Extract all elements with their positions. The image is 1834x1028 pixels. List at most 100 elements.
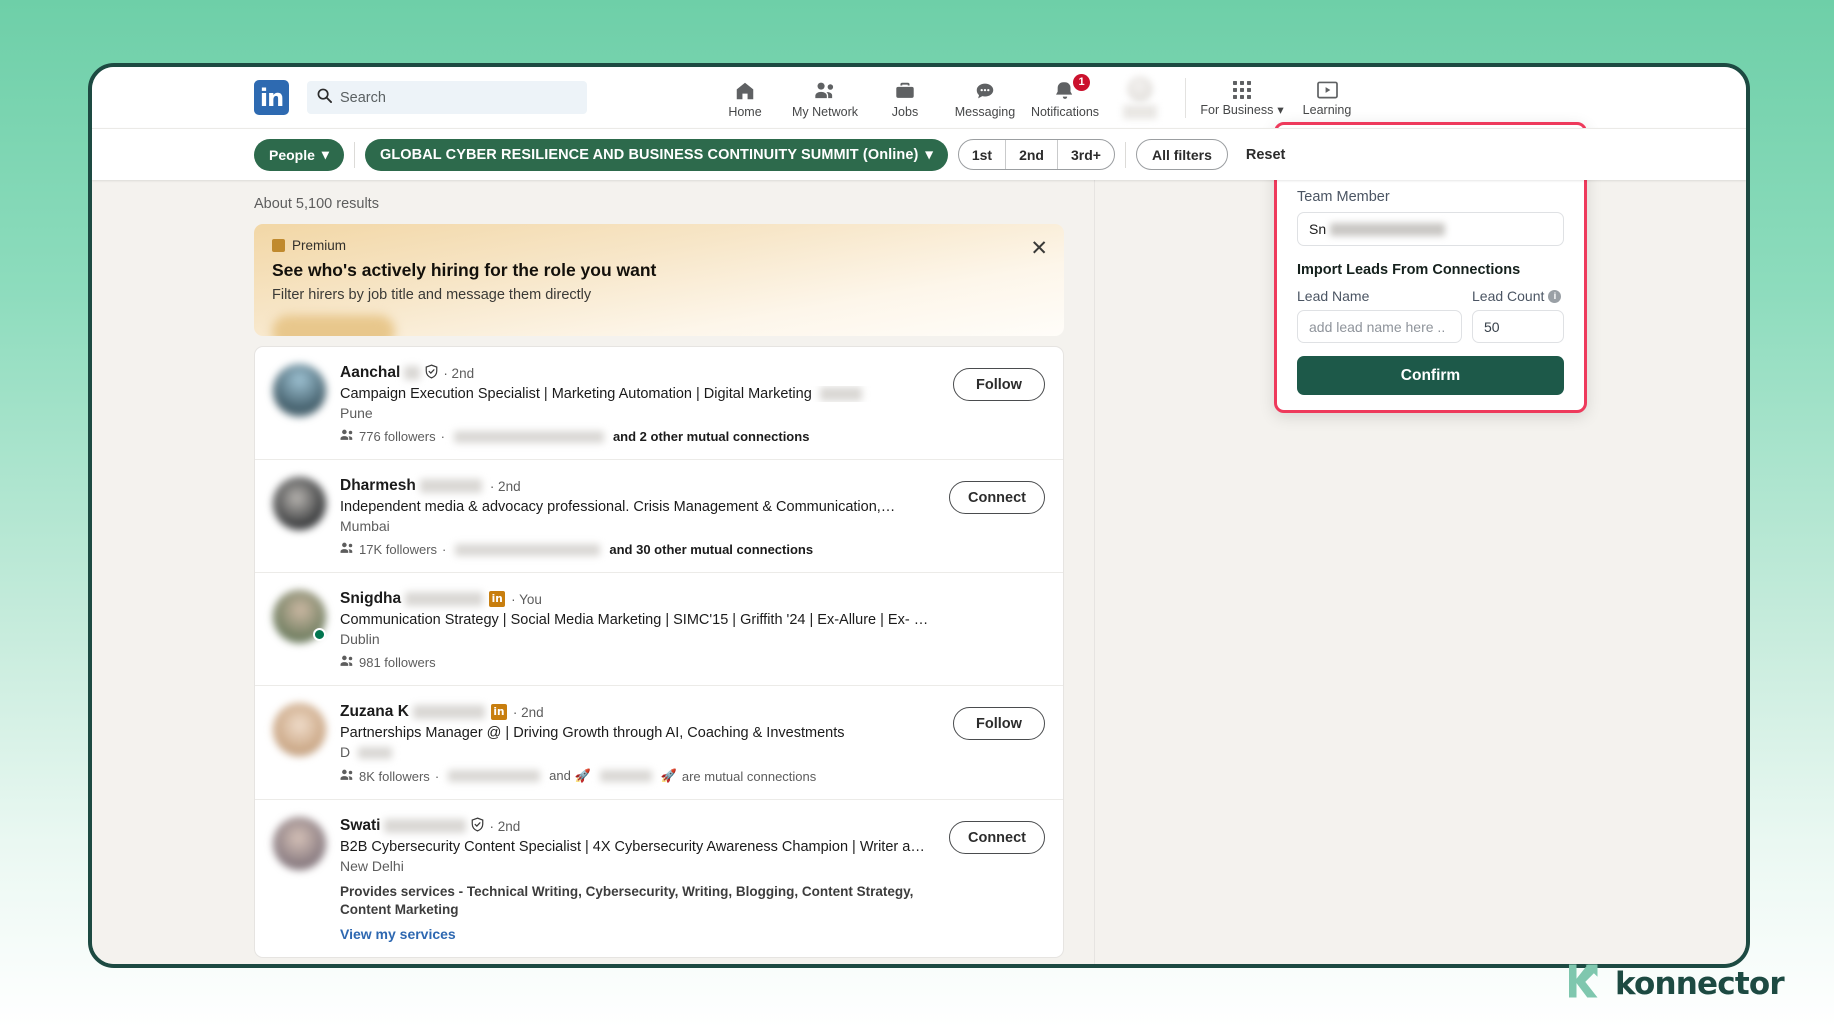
nav-item-notifications[interactable]: 1 Notifications <box>1025 73 1105 119</box>
premium-tag: Premium <box>272 238 1046 253</box>
person-name-redacted <box>419 479 482 493</box>
view-my-services-link[interactable]: View my services <box>340 926 935 942</box>
lead-form-row: Lead Name add lead name here .. Lead Cou… <box>1297 288 1564 343</box>
chevron-down-icon: ▾ <box>321 146 329 162</box>
filter-divider <box>353 141 355 168</box>
close-icon[interactable]: ✕ <box>1030 238 1048 259</box>
avatar[interactable] <box>273 817 326 870</box>
result-body: Snigdha in · You Communication Strategy … <box>340 590 1031 670</box>
mutual-sep: · <box>442 542 447 557</box>
result-body: Zuzana K in · 2nd Partnerships Manager @… <box>340 703 939 784</box>
follower-count: 776 followers <box>359 429 436 444</box>
result-action: Connect <box>949 817 1045 942</box>
nav-item-home[interactable]: Home <box>705 77 785 119</box>
connections-icon <box>340 655 354 670</box>
table-row[interactable]: Aanchal · 2nd Campaign Execution Special… <box>255 347 1063 460</box>
connections-icon <box>340 769 354 784</box>
mutual-sep: · <box>440 429 445 444</box>
nav-item-me[interactable] <box>1105 76 1175 119</box>
connections-icon <box>340 429 354 444</box>
rocket-icon: 🚀 <box>660 768 677 783</box>
connection-degree: · 2nd <box>512 704 544 720</box>
all-filters-button[interactable]: All filters <box>1135 139 1228 170</box>
connect-button[interactable]: Connect <box>949 481 1045 514</box>
search-filter-bar: People ▾ GLOBAL CYBER RESILIENCE AND BUS… <box>92 128 1746 180</box>
person-meta: 981 followers <box>340 655 1031 670</box>
person-name[interactable]: Aanchal <box>340 364 400 382</box>
avatar[interactable] <box>273 477 326 530</box>
nav-item-for-business[interactable]: For Business ▾ <box>1196 78 1288 117</box>
person-location-text: D <box>340 744 351 760</box>
nav-item-learning[interactable]: Learning <box>1288 79 1366 117</box>
search-input[interactable]: Search <box>307 81 587 114</box>
chat-icon <box>974 79 996 103</box>
connection-degree: · 2nd <box>489 478 521 494</box>
learning-icon <box>1316 79 1338 103</box>
table-row[interactable]: Dharmesh · 2nd Independent media & advoc… <box>255 460 1063 573</box>
person-name-redacted <box>384 819 467 833</box>
filter-degree-3rd[interactable]: 3rd+ <box>1058 140 1114 169</box>
person-meta: 776 followers · and 2 other mutual conne… <box>340 429 939 444</box>
provides-services-text: Provides services - Technical Writing, C… <box>340 884 914 918</box>
briefcase-icon <box>894 79 916 103</box>
lead-name-input[interactable]: add lead name here .. <box>1297 310 1462 343</box>
result-name-row: Aanchal · 2nd <box>340 364 939 382</box>
team-member-select[interactable]: Sn <box>1297 212 1564 246</box>
result-body: Aanchal · 2nd Campaign Execution Special… <box>340 364 939 444</box>
table-row[interactable]: Snigdha in · You Communication Strategy … <box>255 573 1063 686</box>
nav-item-jobs[interactable]: Jobs <box>865 77 945 119</box>
person-headline: Communication Strategy | Social Media Ma… <box>340 612 1031 628</box>
brandmark-text: konnector <box>1615 965 1785 1002</box>
person-name[interactable]: Snigdha <box>340 590 401 608</box>
table-row[interactable]: Zuzana K in · 2nd Partnerships Manager @… <box>255 686 1063 800</box>
nav-item-my-network[interactable]: My Network <box>785 77 865 119</box>
results-list: Aanchal · 2nd Campaign Execution Special… <box>254 346 1064 959</box>
table-row[interactable]: Swati · 2nd B2B Cybersecurity Content Sp… <box>255 800 1063 957</box>
person-name[interactable]: Swati <box>340 817 380 835</box>
mutual-names-redacted <box>448 770 541 782</box>
person-name[interactable]: Zuzana K <box>340 703 409 721</box>
premium-promo-card[interactable]: Premium See who's actively hiring for th… <box>254 224 1064 336</box>
mutual-and: and 🚀 <box>549 768 591 783</box>
nav-items: Home My Network Jobs Messaging 1 Notific… <box>705 73 1366 119</box>
filter-degree-1st[interactable]: 1st <box>959 140 1007 169</box>
info-icon[interactable]: i <box>1548 289 1562 303</box>
person-headline-text: Campaign Execution Specialist | Marketin… <box>340 386 812 402</box>
import-leads-heading: Import Leads From Connections <box>1297 262 1521 278</box>
linkedin-logo-icon[interactable]: in <box>254 80 289 115</box>
confirm-button[interactable]: Confirm <box>1297 356 1564 395</box>
promo-cta-button[interactable] <box>272 315 395 336</box>
grid-icon <box>1232 78 1252 102</box>
follower-count: 981 followers <box>359 655 436 670</box>
connection-degree: · You <box>511 591 542 607</box>
filter-people[interactable]: People ▾ <box>254 138 344 171</box>
nav-item-messaging[interactable]: Messaging <box>945 77 1025 119</box>
lead-count-group: Lead Count i 50 <box>1472 288 1564 343</box>
mutual-names-redacted-2 <box>599 770 652 782</box>
person-headline: Independent media & advocacy professiona… <box>340 499 896 515</box>
person-headline: Campaign Execution Specialist | Marketin… <box>340 386 939 402</box>
nav-label: My Network <box>792 104 858 119</box>
follow-button[interactable]: Follow <box>953 368 1045 401</box>
lead-count-input[interactable]: 50 <box>1472 310 1564 343</box>
results-column: Premium See who's actively hiring for th… <box>254 224 1064 959</box>
mutual-suffix: and 30 other mutual connections <box>609 542 814 557</box>
connect-button[interactable]: Connect <box>949 821 1045 854</box>
connection-degree: · 2nd <box>443 365 475 381</box>
promo-subtext: Filter hirers by job title and message t… <box>272 287 592 303</box>
avatar[interactable] <box>273 590 326 643</box>
filter-event[interactable]: GLOBAL CYBER RESILIENCE AND BUSINESS CON… <box>364 138 948 171</box>
filter-degree-2nd[interactable]: 2nd <box>1006 140 1058 169</box>
avatar[interactable] <box>273 703 326 756</box>
person-name-redacted <box>412 705 485 719</box>
person-name[interactable]: Dharmesh <box>340 477 416 495</box>
reset-button[interactable]: Reset <box>1238 147 1294 163</box>
location-redacted <box>358 747 393 760</box>
filter-connection-degree[interactable]: 1st 2nd 3rd+ <box>957 139 1115 170</box>
filter-divider-2 <box>1124 141 1126 168</box>
follow-button[interactable]: Follow <box>953 707 1045 740</box>
avatar[interactable] <box>273 364 326 417</box>
person-name-redacted <box>405 592 484 606</box>
mutual-names-redacted <box>453 430 604 443</box>
nav-label: For Business ▾ <box>1200 102 1283 118</box>
